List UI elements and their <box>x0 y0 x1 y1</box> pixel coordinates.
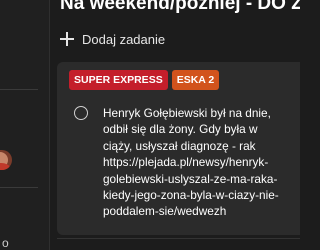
task-card[interactable]: SUPER EXPRESS ESKA 2 Henryk Gołębiewski … <box>57 62 300 235</box>
sidebar-partial-text: o <box>2 236 9 250</box>
panel-divider <box>49 0 50 250</box>
task-text-line: Henryk Gołębiewski był na dnie, <box>103 106 271 120</box>
task-tags: SUPER EXPRESS ESKA 2 <box>69 70 220 90</box>
add-task-button[interactable]: Dodaj zadanie <box>60 29 165 49</box>
sidebar-divider <box>0 89 38 90</box>
task-title[interactable]: Henryk Gołębiewski był na dnie, odbił si… <box>103 105 299 220</box>
sidebar-panel: o <box>0 0 49 250</box>
sidebar-divider <box>0 187 38 188</box>
task-text-line: poddalem-sie/wedwezh <box>103 204 227 219</box>
tag-eska-2[interactable]: ESKA 2 <box>171 70 220 90</box>
task-text-line: kiedy-jego-zona-byla-w-ciazy-nie- <box>103 188 279 203</box>
avatar-shirt <box>0 163 10 170</box>
add-task-label: Dodaj zadanie <box>82 31 166 47</box>
task-separator <box>57 238 300 239</box>
tag-super-express[interactable]: SUPER EXPRESS <box>69 70 168 90</box>
task-text-line: odbił się dla żony. Gdy była w <box>103 122 258 137</box>
avatar[interactable] <box>0 150 12 170</box>
task-text-line: ciąży, usłyszał diagnozę - rak <box>103 138 256 153</box>
task-text-line: golebiewski-uslyszal-ze-ma-raka- <box>103 171 278 186</box>
list-title: Na weekend/później - DO Z... <box>60 0 300 14</box>
plus-icon <box>60 32 74 46</box>
task-complete-checkbox[interactable] <box>74 106 88 120</box>
task-text-line: https://plejada.pl/newsy/henryk- <box>103 155 269 170</box>
